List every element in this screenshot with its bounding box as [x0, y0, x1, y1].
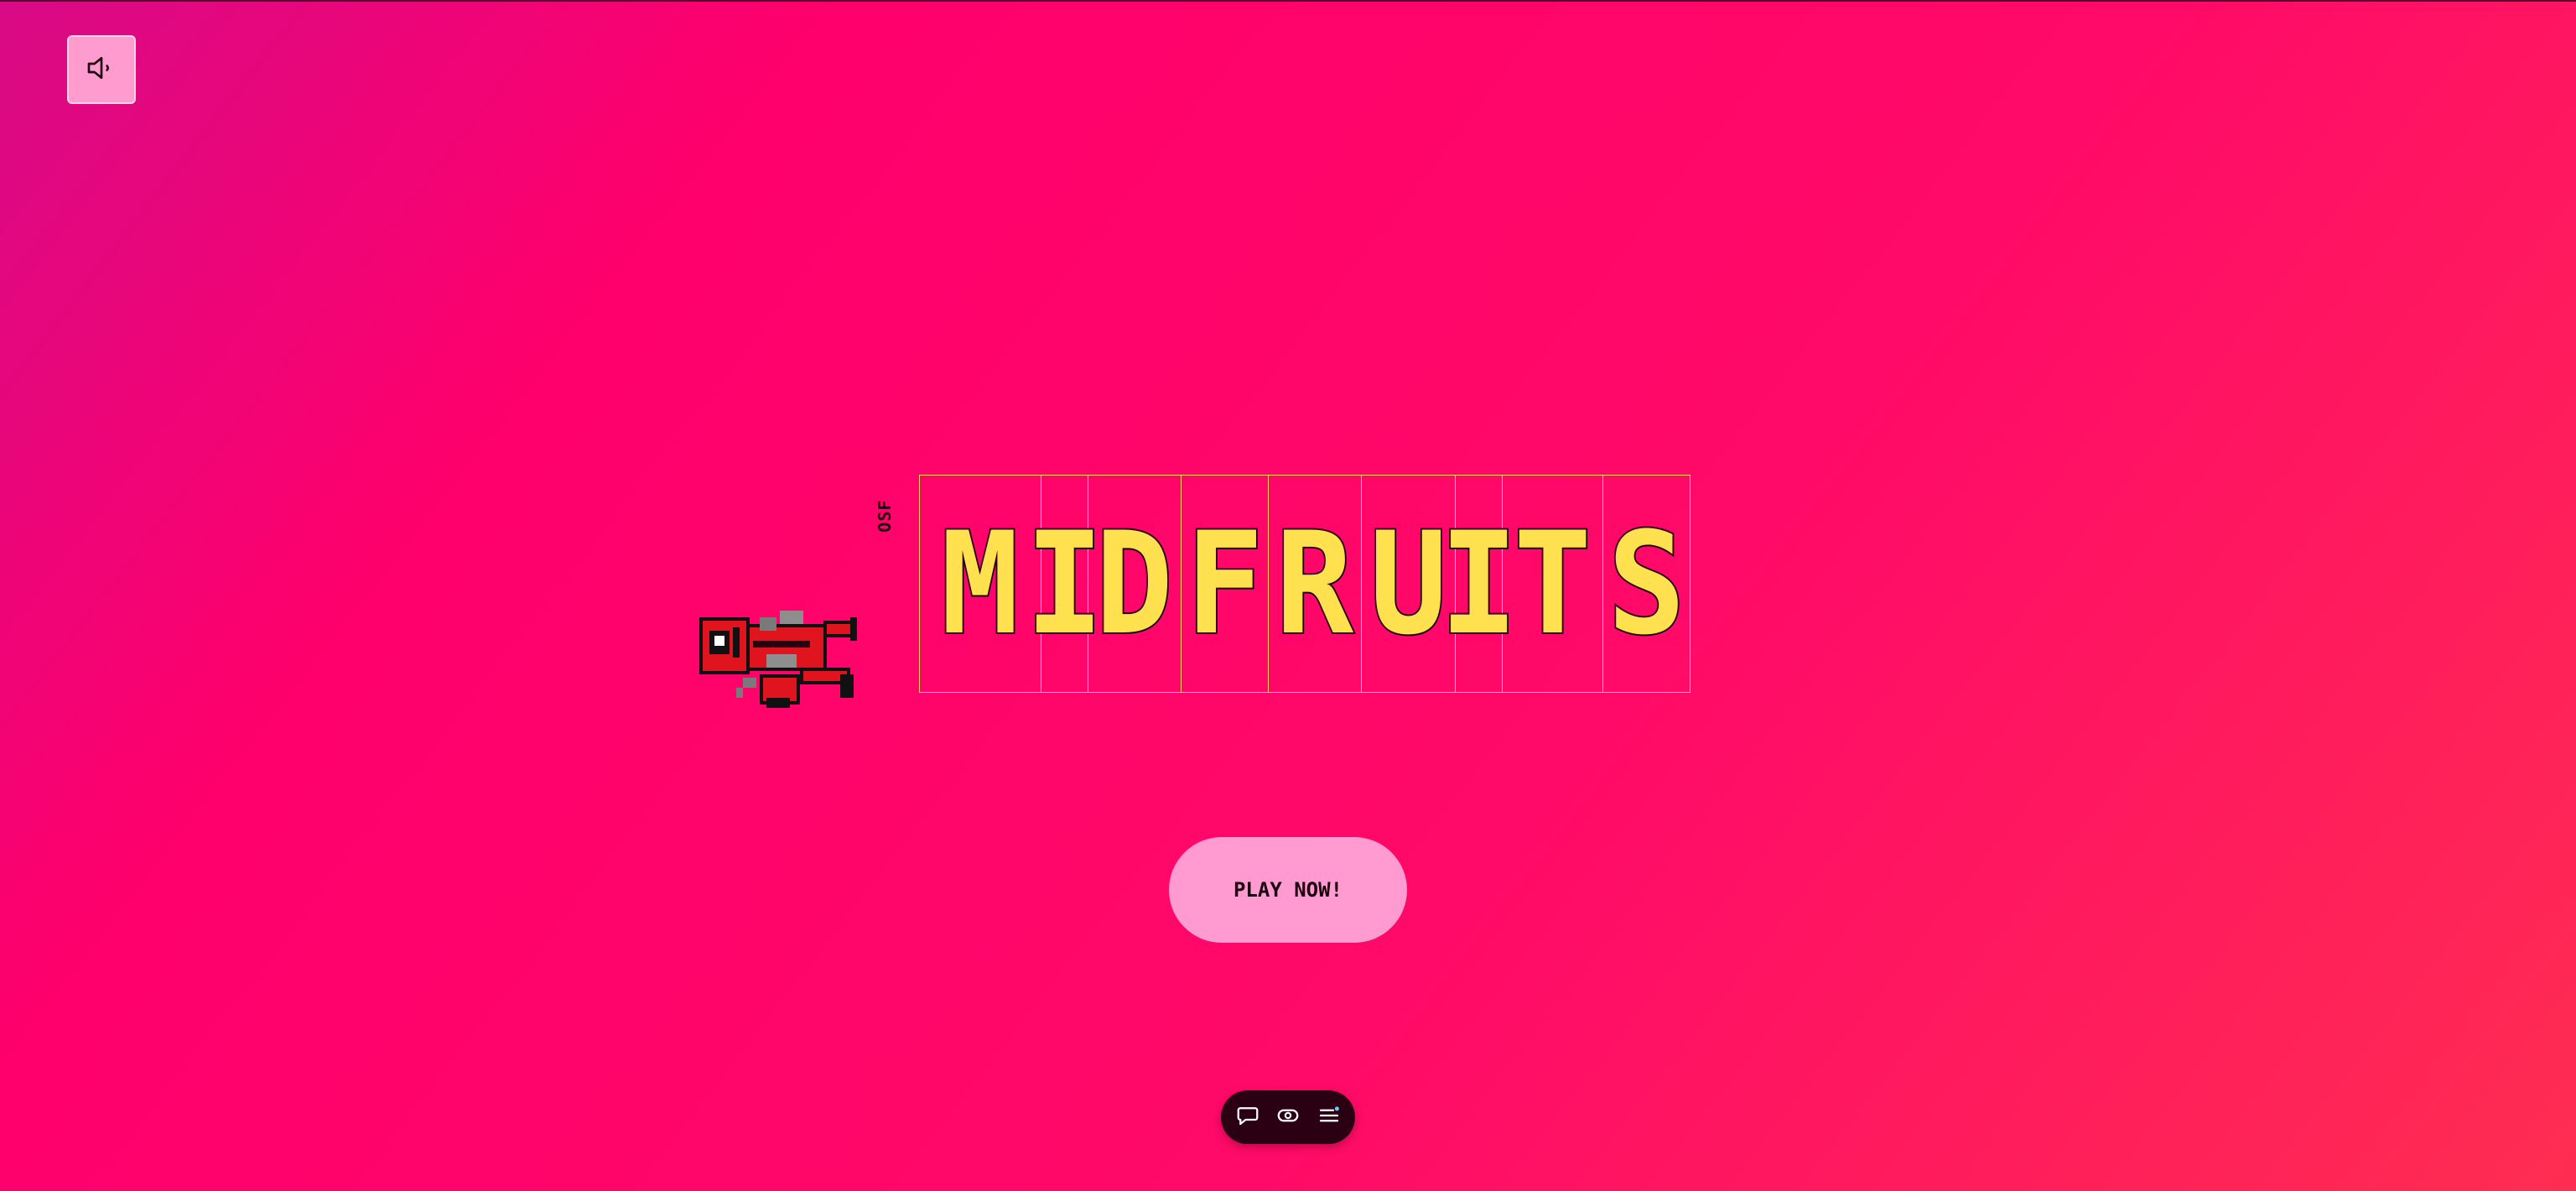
menu-lines-icon: [1317, 1103, 1342, 1131]
top-border: [0, 0, 2576, 2]
title-letter: R: [1268, 475, 1361, 693]
title-letter: D: [1088, 475, 1181, 693]
title-letter: S: [1602, 475, 1690, 693]
menu-button[interactable]: [1315, 1103, 1343, 1131]
title-letter: T: [1502, 475, 1602, 693]
title-letter: I: [1438, 475, 1519, 693]
speaker-icon: [85, 51, 118, 88]
title-letters: M I D F R U I T S: [919, 475, 1690, 693]
title-letter: M: [919, 475, 1041, 693]
play-now-button[interactable]: PLAY NOW!: [1169, 837, 1407, 943]
chat-button[interactable]: [1233, 1103, 1262, 1131]
chat-bubble-icon: [1235, 1103, 1260, 1131]
title-small-label: OSF: [875, 499, 895, 533]
view-toggle-button[interactable]: [1274, 1103, 1302, 1131]
title-letter: I: [1024, 475, 1105, 693]
title-letter: F: [1181, 475, 1268, 693]
eye-icon: [1275, 1103, 1301, 1131]
bottom-toolbar: [1221, 1090, 1355, 1144]
character-sprite: [693, 604, 912, 713]
game-title: M I D F R U I T S: [919, 475, 1690, 693]
sound-toggle-button[interactable]: [67, 35, 136, 104]
